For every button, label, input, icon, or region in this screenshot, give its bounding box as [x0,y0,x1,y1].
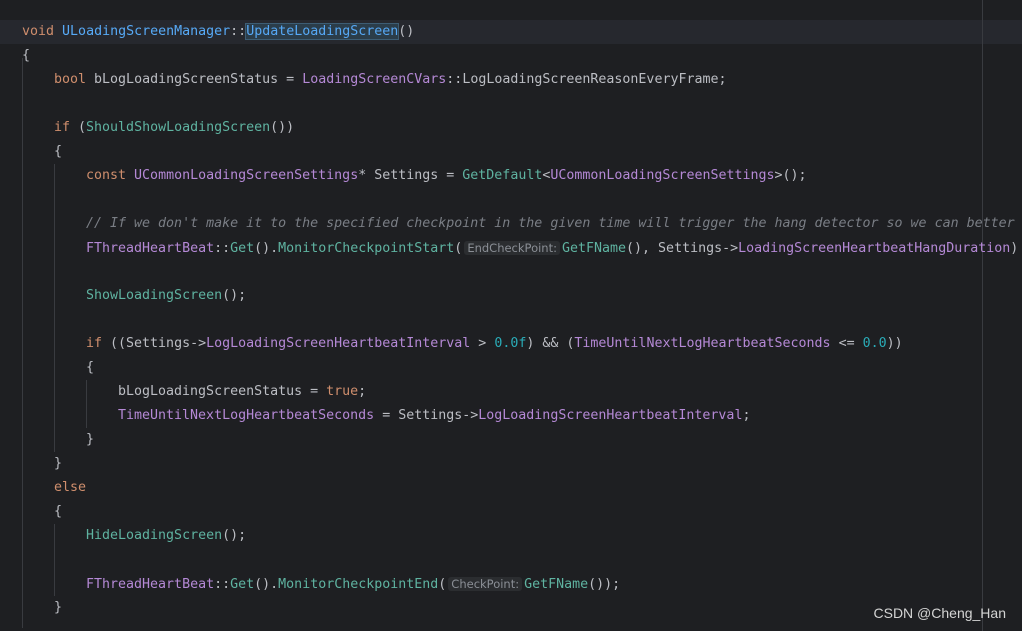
comment: // If we don't make it to the specified … [86,216,1015,231]
variable-decl: bLogLoadingScreenStatus = [86,72,303,87]
keyword-if: if [86,336,103,351]
function-call: MonitorCheckpointStart [278,241,455,256]
paren-open: ((Settings-> [102,336,207,351]
assign-punct: = Settings-> [374,408,479,423]
function-call: Get [230,577,255,592]
code-line-20[interactable]: else [54,476,86,500]
code-line-5[interactable]: if (ShouldShowLoadingScreen()) [54,116,294,140]
number-literal: 0.0 [862,336,887,351]
class-name: FThreadHeartBeat [86,577,215,592]
function-call: GetFName [561,241,627,256]
code-line-14[interactable]: if ((Settings->LogLoadingScreenHeartbeat… [86,332,903,356]
call-punct: (), Settings-> [626,241,739,256]
paren-open: ( [454,241,463,256]
code-line-1[interactable]: void ULoadingScreenManager::UpdateLoadin… [22,20,414,44]
function-call: Get [230,241,255,256]
code-line-3[interactable]: bool bLogLoadingScreenStatus = LoadingSc… [54,68,727,92]
field-name: LoadingScreenHeartbeatHangDuration [738,241,1011,256]
code-line-18[interactable]: } [86,428,94,452]
indent-guide [54,164,55,452]
paren-close: )) [886,336,903,351]
code-line-6[interactable]: { [54,140,62,164]
brace: } [54,600,63,615]
operator-gt: > [470,336,495,351]
parameter-hint: EndCheckPoint: [464,241,560,255]
indent-guide [86,380,87,428]
brace: } [54,456,63,471]
function-call: HideLoadingScreen [86,528,223,543]
code-line-7[interactable]: const UCommonLoadingScreenSettings* Sett… [86,164,807,188]
keyword-bool: bool [54,72,87,87]
scope-separator: :: [214,577,231,592]
indent-guide [54,524,55,596]
code-editor[interactable]: void ULoadingScreenManager::UpdateLoadin… [0,0,1022,631]
call-punct: (). [254,241,279,256]
function-call: GetDefault [462,168,543,183]
code-line-19[interactable]: } [54,452,62,476]
code-line-22[interactable]: HideLoadingScreen(); [86,524,246,548]
code-line-16[interactable]: bLogLoadingScreenStatus = true; [118,380,366,404]
parameter-hint: CheckPoint: [448,577,523,591]
right-margin-guide [982,0,983,631]
field-name: LogLoadingScreenHeartbeatInterval [478,408,743,423]
paren-close: ()); [588,577,621,592]
call-punct: (); [222,288,247,303]
type-name: UCommonLoadingScreenSettings [550,168,775,183]
keyword-if: if [54,120,71,135]
watermark: CSDN @Cheng_Han [873,605,1007,621]
semicolon: ; [742,408,751,423]
keyword-void: void [22,24,55,39]
brace: { [22,48,31,63]
call-punct: (). [254,577,279,592]
code-line-24[interactable]: FThreadHeartBeat::Get().MonitorCheckpoin… [86,572,620,596]
namespace-name: LoadingScreenCVars [302,72,447,87]
code-line-15[interactable]: { [86,356,94,380]
function-call: ShouldShowLoadingScreen [86,120,271,135]
keyword-else: else [54,480,87,495]
semicolon: ; [718,72,727,87]
function-call: ShowLoadingScreen [86,288,223,303]
paren-open: ( [438,577,447,592]
function-call: MonitorCheckpointEnd [278,577,439,592]
brace: } [86,432,95,447]
code-line-12[interactable]: ShowLoadingScreen(); [86,284,246,308]
scope-separator: :: [446,72,463,87]
variable-name: TimeUntilNextLogHeartbeatSeconds [118,408,375,423]
variable-decl: * Settings = [358,168,463,183]
type-name: UCommonLoadingScreenSettings [134,168,359,183]
operator-and: ) && ( [526,336,575,351]
code-line-21[interactable]: { [54,500,62,524]
bool-literal: true [326,384,359,399]
class-name: FThreadHeartBeat [86,241,215,256]
parens: () [398,24,415,39]
scope-separator: :: [214,241,231,256]
scope-separator: :: [230,24,247,39]
code-line-2[interactable]: { [22,44,30,68]
semicolon: ; [358,384,367,399]
function-name: UpdateLoadingScreen [245,23,400,40]
code-line-10[interactable]: FThreadHeartBeat::Get().MonitorCheckpoin… [86,236,1018,260]
variable-name: TimeUntilNextLogHeartbeatSeconds [574,336,831,351]
operator-le: <= [830,336,863,351]
field-name: LogLoadingScreenHeartbeatInterval [206,336,471,351]
variable-assign: bLogLoadingScreenStatus = [118,384,327,399]
paren-close: ) [1010,241,1019,256]
function-call: GetFName [524,577,589,592]
code-line-9[interactable]: // If we don't make it to the specified … [86,212,1015,236]
indent-guide [22,58,23,628]
code-line-25[interactable]: } [54,596,62,620]
paren-close: ()) [270,120,295,135]
class-name: ULoadingScreenManager [62,24,231,39]
call-punct: (); [222,528,247,543]
paren-open: ( [70,120,87,135]
keyword-const: const [86,168,127,183]
brace: { [54,504,63,519]
number-literal: 0.0f [494,336,527,351]
brace: { [86,360,95,375]
brace: { [54,144,63,159]
code-line-17[interactable]: TimeUntilNextLogHeartbeatSeconds = Setti… [118,404,750,428]
member-name: LogLoadingScreenReasonEveryFrame [462,72,719,87]
angle-close: >(); [774,168,807,183]
